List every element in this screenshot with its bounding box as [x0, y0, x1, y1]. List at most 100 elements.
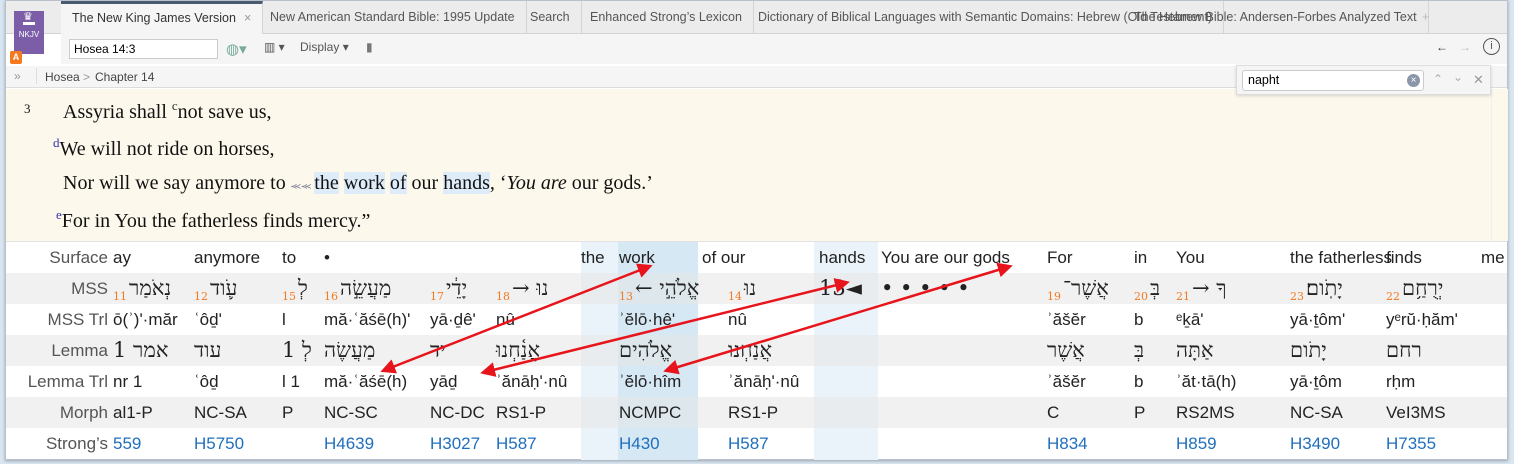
- lemma-trl-cell: rḥm: [1386, 366, 1415, 397]
- word-number: 13: [619, 290, 633, 303]
- tab[interactable]: Enhanced Strong’s Lexicon: [579, 1, 754, 34]
- forward-icon[interactable]: →: [1459, 40, 1471, 54]
- mss-trl-text: l: [282, 310, 286, 329]
- parallel-icon[interactable]: ▥ ▾: [264, 40, 285, 54]
- surface-cell[interactable]: the fatherless: [1290, 242, 1392, 273]
- morph-cell: NC-SC: [324, 397, 378, 428]
- morph-text: NC-SA: [1290, 403, 1343, 422]
- lemma-trl-cell: nr 1: [113, 366, 142, 397]
- strongs-text: H7355: [1386, 434, 1437, 453]
- strongs-cell[interactable]: H834: [1047, 428, 1088, 459]
- lemma-text: אַתָּה: [1176, 338, 1214, 362]
- surface-cell[interactable]: me: [1481, 242, 1505, 273]
- surface-cell[interactable]: work: [619, 242, 655, 273]
- word-number: 21: [1176, 290, 1190, 303]
- strongs-cell[interactable]: H430: [619, 428, 660, 459]
- surface-cell[interactable]: For: [1047, 242, 1073, 273]
- mss-cell: ◄13: [819, 273, 862, 304]
- mss-trl-cell: mă·ʿăśē(h)ʹ: [324, 304, 410, 335]
- tab[interactable]: The New King James Version ×: [61, 1, 264, 35]
- tab[interactable]: The Hebrew Bible: Andersen-Forbes Analyz…: [1123, 1, 1429, 34]
- surface-cell[interactable]: You: [1176, 242, 1205, 273]
- find-next-icon[interactable]: ⌄: [1453, 70, 1463, 84]
- mss-trl-cell: yᵉrŭ·ḥămʹ: [1386, 304, 1458, 335]
- strongs-cell[interactable]: H7355: [1386, 428, 1436, 459]
- close-tab-icon[interactable]: ×: [244, 11, 251, 25]
- breadcrumb-chapter[interactable]: Chapter 14: [95, 70, 154, 84]
- strongs-cell[interactable]: H3027: [430, 428, 480, 459]
- row-label: Lemma: [51, 341, 108, 360]
- surface-cell[interactable]: the: [581, 242, 605, 273]
- lemma-trl-cell: ʾĕlō·hîm: [619, 366, 681, 397]
- tab[interactable]: Search: [519, 1, 582, 34]
- strongs-cell[interactable]: H587: [496, 428, 537, 459]
- strongs-cell[interactable]: H4639: [324, 428, 374, 459]
- audio-icon[interactable]: ⪻⪻: [291, 180, 315, 192]
- text: our: [406, 172, 444, 194]
- surface-cell[interactable]: of our: [702, 242, 745, 273]
- find-input[interactable]: napht: [1242, 70, 1424, 91]
- lemma-cell: רחם: [1386, 335, 1422, 366]
- surface-cell[interactable]: ay: [113, 242, 131, 273]
- nkjv-resource-icon[interactable]: NKJV: [14, 10, 44, 54]
- mss-trl-cell: ʾĕlō·hêʹ: [619, 304, 675, 335]
- surface-cell[interactable]: •: [324, 242, 330, 273]
- mss-trl-cell: ʾăšĕr: [1047, 304, 1086, 335]
- reference-input[interactable]: Hosea 14:3: [69, 39, 218, 59]
- mss-trl-text: nû: [496, 310, 515, 329]
- word-the[interactable]: the: [314, 172, 339, 194]
- find-close-icon[interactable]: ✕: [1473, 72, 1484, 88]
- word-hands[interactable]: hands: [443, 172, 490, 194]
- strongs-text: 559: [113, 434, 142, 453]
- display-button[interactable]: Display ▾: [300, 40, 349, 54]
- strongs-cell[interactable]: H587: [728, 428, 769, 459]
- visual-filter-icon[interactable]: ◍▾: [226, 40, 247, 58]
- morph-text: al1-P: [113, 403, 153, 422]
- info-icon[interactable]: i: [1483, 38, 1500, 55]
- surface-cell[interactable]: hands: [819, 242, 865, 273]
- breadcrumb-book[interactable]: Hosea: [45, 70, 80, 84]
- strongs-cell[interactable]: H5750: [194, 428, 244, 459]
- mss-text: • • • • •: [881, 276, 970, 300]
- lemma-trl-cell: mă·ʿăśē(h): [324, 366, 407, 397]
- expand-icon[interactable]: »: [14, 69, 21, 83]
- clear-icon[interactable]: ×: [1407, 74, 1420, 87]
- morph-text: RS1-P: [496, 403, 547, 422]
- morph-cell: VeI3MS: [1386, 397, 1446, 428]
- lemma-trl-text: b: [1134, 372, 1144, 391]
- mss-trl-text: ᵉḵāʹ: [1176, 310, 1204, 329]
- word-of[interactable]: of: [389, 172, 407, 194]
- back-icon[interactable]: ←: [1436, 40, 1448, 54]
- mss-text: אֲשֶׁר־: [1063, 276, 1109, 300]
- surface-cell[interactable]: anymore: [194, 242, 260, 273]
- mss-trl-cell: ʿôḏʹ: [194, 304, 222, 335]
- row-label: MSS: [71, 279, 108, 298]
- morph-text: RS1-P: [728, 403, 779, 422]
- panel-icon[interactable]: ▮: [366, 40, 373, 54]
- lemma-cell: לְ 1: [282, 335, 312, 366]
- find-prev-icon[interactable]: ⌃: [1433, 72, 1443, 86]
- lemma-trl-text: ʾĕlō·hîm: [619, 372, 682, 391]
- strongs-cell[interactable]: 559: [113, 428, 141, 459]
- surface-cell[interactable]: in: [1134, 242, 1147, 273]
- lemma-trl-text: ʾănāḥʹ·nû: [728, 372, 800, 391]
- morph-text: P: [282, 403, 294, 422]
- strongs-cell[interactable]: H859: [1176, 428, 1217, 459]
- new-tab-button[interactable]: +: [1411, 1, 1440, 34]
- tab[interactable]: New American Standard Bible: 1995 Update: [259, 1, 527, 34]
- mss-trl-text: mă·ʿăśē(h)ʹ: [324, 310, 411, 329]
- lemma-trl-text: l 1: [282, 372, 300, 391]
- logo-abbr: NKJV: [18, 30, 40, 39]
- lemma-trl-text: ʾăt·tā(h): [1176, 372, 1237, 391]
- row-label: Surface: [49, 248, 108, 267]
- mss-text: נוּ: [744, 276, 757, 300]
- find-bar: napht × ⌃ ⌄ ✕: [1236, 65, 1491, 95]
- lemma-trl-cell: ʿôḏ: [194, 366, 219, 397]
- strongs-cell[interactable]: H3490: [1290, 428, 1340, 459]
- scrollbar[interactable]: [1491, 89, 1508, 241]
- word-work[interactable]: work: [343, 172, 385, 194]
- surface-cell[interactable]: to: [282, 242, 296, 273]
- surface-cell[interactable]: You are our gods: [881, 242, 1010, 273]
- surface-cell[interactable]: finds: [1386, 242, 1422, 273]
- morph-cell: P: [1134, 397, 1145, 428]
